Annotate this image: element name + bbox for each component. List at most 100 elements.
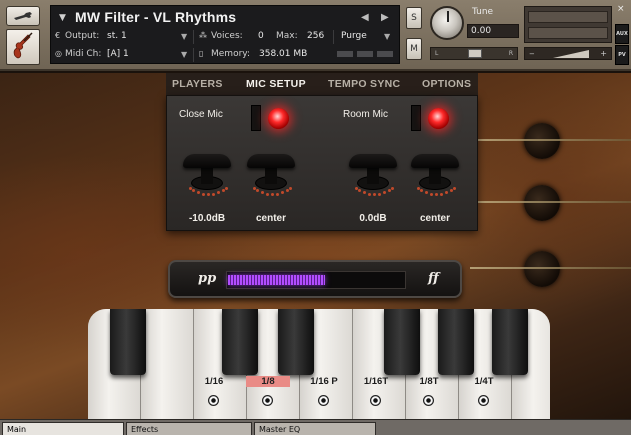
output-value[interactable]: st. 1 bbox=[107, 31, 127, 41]
output-dropdown-icon[interactable]: ▼ bbox=[181, 32, 187, 41]
max-value[interactable]: 256 bbox=[307, 31, 324, 41]
rate-label-1-16t: 1/16T bbox=[363, 376, 389, 387]
output-icon: € bbox=[55, 31, 61, 40]
white-key[interactable] bbox=[141, 309, 194, 419]
volume-plus-icon: + bbox=[600, 49, 607, 58]
panel-tabs: PLAYERS MIC SETUP TEMPO SYNC OPTIONS bbox=[166, 73, 478, 95]
pv-button[interactable]: PV bbox=[615, 45, 629, 65]
output-level-meter bbox=[524, 6, 612, 43]
rate-radio-1-4t[interactable] bbox=[478, 395, 489, 406]
room-mic-level-value: 0.0dB bbox=[359, 213, 387, 224]
divider bbox=[333, 30, 334, 44]
tune-label: Tune bbox=[472, 7, 494, 17]
midi-dropdown-icon[interactable]: ▼ bbox=[181, 50, 187, 59]
tab-players[interactable]: PLAYERS bbox=[172, 78, 223, 90]
instrument-icon-button[interactable] bbox=[6, 29, 40, 65]
solo-button[interactable]: S bbox=[406, 7, 422, 29]
knob-scale-dot bbox=[358, 189, 362, 193]
instrument-stage: PLAYERS MIC SETUP TEMPO SYNC OPTIONS Clo… bbox=[0, 73, 631, 419]
midi-label: Midi Ch: bbox=[65, 49, 102, 59]
close-mic-toggle[interactable] bbox=[251, 105, 295, 131]
tab-options[interactable]: OPTIONS bbox=[422, 78, 471, 90]
volume-ramp bbox=[553, 50, 589, 58]
room-mic-pan-knob[interactable] bbox=[407, 154, 463, 204]
room-mic-toggle[interactable] bbox=[411, 105, 455, 131]
rate-radio-1-8[interactable] bbox=[262, 395, 273, 406]
knob-scale-dot bbox=[449, 189, 453, 193]
aux-button[interactable]: AUX bbox=[615, 24, 629, 44]
room-mic-level-knob[interactable] bbox=[345, 154, 401, 204]
close-instrument-icon[interactable]: × bbox=[617, 4, 625, 14]
close-mic-level-knob[interactable] bbox=[179, 154, 235, 204]
knob-scale-dot bbox=[224, 186, 228, 190]
knob-scale-dot bbox=[256, 189, 260, 193]
decor-string bbox=[470, 267, 631, 269]
black-key[interactable] bbox=[222, 309, 258, 375]
black-key[interactable] bbox=[492, 309, 528, 375]
dynamics-ff-label: ff bbox=[428, 271, 439, 286]
tool-button[interactable] bbox=[6, 6, 40, 26]
purge-dropdown-icon[interactable]: ▼ bbox=[384, 32, 390, 41]
close-mic-pan-knob[interactable] bbox=[243, 154, 299, 204]
next-instrument-icon[interactable]: ▶ bbox=[381, 12, 389, 23]
tune-knob[interactable] bbox=[430, 6, 464, 40]
tab-effects[interactable]: Effects bbox=[126, 422, 252, 435]
knob-scale-dot bbox=[217, 191, 221, 195]
tab-master-eq[interactable]: Master EQ bbox=[254, 422, 376, 435]
knob-scale-dot bbox=[192, 189, 196, 193]
knob-cap bbox=[183, 154, 231, 168]
instrument-info-panel: ▼ MW Filter - VL Rhythms ◀ ▶ € Output: s… bbox=[50, 5, 400, 64]
tab-tempo-sync[interactable]: TEMPO SYNC bbox=[328, 78, 400, 90]
voices-value: 0 bbox=[258, 31, 264, 41]
pan-slider[interactable]: L R bbox=[430, 47, 518, 60]
decor-peg bbox=[524, 185, 560, 221]
title-caret-icon[interactable]: ▼ bbox=[59, 13, 66, 23]
memory-value: 358.01 MB bbox=[259, 49, 308, 59]
dynamics-meter[interactable] bbox=[226, 271, 406, 289]
room-mic-switch-slot bbox=[411, 105, 421, 131]
knob-scale-dot bbox=[265, 192, 269, 196]
knob-scale-dot bbox=[373, 193, 376, 196]
knob-scale-dot bbox=[201, 192, 205, 196]
violin-icon bbox=[13, 32, 33, 59]
knob-scale-dot bbox=[420, 189, 424, 193]
knob-scale-dot bbox=[424, 191, 428, 195]
knob-scale-dot bbox=[383, 191, 387, 195]
tab-mic-setup[interactable]: MIC SETUP bbox=[246, 78, 306, 90]
black-key[interactable] bbox=[110, 309, 146, 375]
tab-main[interactable]: Main bbox=[2, 422, 124, 435]
pan-left-label: L bbox=[435, 50, 439, 57]
volume-slider[interactable]: − + bbox=[524, 47, 612, 60]
rate-radio-1-16t[interactable] bbox=[370, 395, 381, 406]
rate-radio-1-8t[interactable] bbox=[423, 395, 434, 406]
rate-radio-1-16p[interactable] bbox=[318, 395, 329, 406]
knob-scale-dot bbox=[212, 192, 216, 196]
instrument-title[interactable]: MW Filter - VL Rhythms bbox=[75, 9, 236, 25]
tune-value[interactable]: 0.00 bbox=[467, 24, 519, 38]
midi-value[interactable]: [A] 1 bbox=[107, 49, 129, 59]
rate-label-1-4t: 1/4T bbox=[474, 376, 494, 387]
meter-right bbox=[528, 27, 608, 39]
black-key[interactable] bbox=[438, 309, 474, 375]
pan-right-label: R bbox=[508, 50, 513, 57]
knob-scale-dot bbox=[440, 192, 444, 196]
meter-left bbox=[528, 11, 608, 23]
knob-scale-dot bbox=[445, 191, 449, 195]
rate-label-1-16p: 1/16 P bbox=[310, 376, 338, 387]
rate-radio-1-16[interactable] bbox=[208, 395, 219, 406]
decor-peg bbox=[524, 123, 560, 159]
wrench-icon bbox=[14, 12, 32, 20]
volume-minus-icon: − bbox=[529, 50, 535, 58]
knob-scale-dot bbox=[276, 192, 280, 196]
black-key[interactable] bbox=[278, 309, 314, 375]
mute-button[interactable]: M bbox=[406, 38, 422, 60]
knob-cap bbox=[411, 154, 459, 168]
knob-scale-dot bbox=[260, 191, 264, 195]
rate-label-1-8: 1/8 bbox=[246, 376, 290, 387]
purge-label[interactable]: Purge bbox=[341, 31, 367, 41]
dynamics-bar[interactable]: pp ff bbox=[168, 260, 462, 298]
prev-instrument-icon[interactable]: ◀ bbox=[361, 12, 369, 23]
pan-handle[interactable] bbox=[468, 49, 482, 58]
black-key[interactable] bbox=[384, 309, 420, 375]
room-mic-pan-value: center bbox=[419, 213, 450, 224]
